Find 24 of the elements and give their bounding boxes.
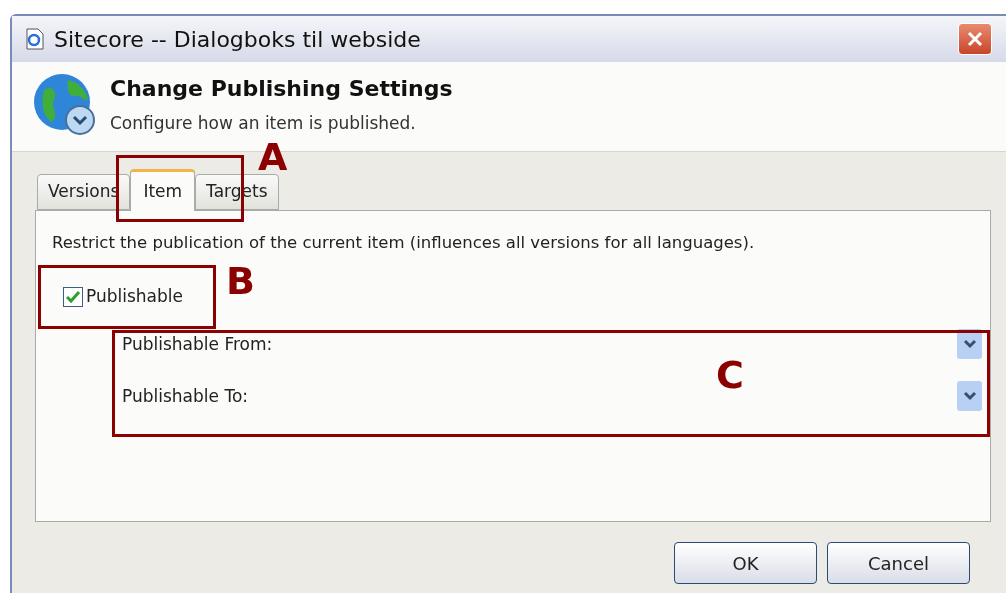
field-label: Publishable To: (122, 384, 248, 408)
dialog-button[interactable]: Cancel (827, 542, 970, 584)
annotation-letter: C (716, 356, 744, 394)
page-icon (24, 27, 46, 51)
chevron-down-icon (962, 391, 977, 402)
globe-clock-icon (32, 72, 98, 138)
tab[interactable]: Versions (37, 174, 131, 210)
dialog-button[interactable]: OK (674, 542, 817, 584)
close-button[interactable] (958, 23, 992, 55)
dialog-heading: Change Publishing Settings (110, 75, 453, 103)
description-text: Restrict the publication of the current item (influences all versions for all languages). (52, 232, 756, 254)
checkbox-label: Publishable (86, 284, 183, 308)
window-title: Sitecore -- Dialogboks til webside (54, 25, 421, 54)
tab[interactable]: Item (130, 169, 196, 211)
close-icon (966, 30, 984, 48)
chevron-down-icon (962, 339, 977, 350)
dropdown-button[interactable] (957, 329, 982, 360)
field-label: Publishable From: (122, 332, 273, 356)
dialog-subtitle: Configure how an item is published. (110, 112, 417, 135)
annotation-letter: A (258, 138, 288, 176)
annotation-letter: B (226, 262, 255, 300)
dropdown-button[interactable] (957, 381, 982, 412)
checkbox[interactable] (63, 286, 83, 307)
check-icon (66, 290, 80, 303)
